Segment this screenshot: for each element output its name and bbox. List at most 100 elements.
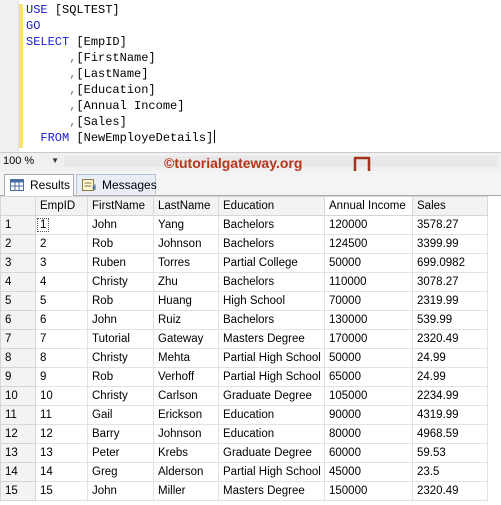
table-cell[interactable]: Ruiz: [153, 310, 219, 330]
row-number[interactable]: 3: [0, 253, 36, 273]
table-cell[interactable]: 15: [35, 481, 88, 501]
table-cell[interactable]: Krebs: [153, 443, 219, 463]
table-cell[interactable]: Barry: [87, 424, 154, 444]
table-cell[interactable]: Bachelors: [218, 234, 325, 254]
table-cell[interactable]: 23.5: [412, 462, 488, 482]
table-cell[interactable]: Bachelors: [218, 272, 325, 292]
row-number[interactable]: 10: [0, 386, 36, 406]
table-cell[interactable]: John: [87, 215, 154, 235]
row-number[interactable]: 4: [0, 272, 36, 292]
table-cell[interactable]: Bachelors: [218, 310, 325, 330]
row-number[interactable]: 9: [0, 367, 36, 387]
table-cell[interactable]: 130000: [324, 310, 413, 330]
table-cell[interactable]: 3078.27: [412, 272, 488, 292]
table-cell[interactable]: 2320.49: [412, 481, 488, 501]
table-cell[interactable]: 5: [35, 291, 88, 311]
table-cell[interactable]: Graduate Degree: [218, 443, 325, 463]
table-cell[interactable]: 80000: [324, 424, 413, 444]
table-cell[interactable]: 1: [35, 215, 88, 235]
table-cell[interactable]: Alderson: [153, 462, 219, 482]
table-cell[interactable]: 9: [35, 367, 88, 387]
table-cell[interactable]: 10: [35, 386, 88, 406]
table-cell[interactable]: 3: [35, 253, 88, 273]
row-number[interactable]: 12: [0, 424, 36, 444]
table-row[interactable]: 11 11 Gail Erickson Education 90000 4319.99: [0, 405, 488, 425]
table-cell[interactable]: 11: [35, 405, 88, 425]
column-header[interactable]: EmpID: [35, 196, 88, 216]
table-cell[interactable]: 12: [35, 424, 88, 444]
table-cell[interactable]: 50000: [324, 253, 413, 273]
table-row[interactable]: 2 2 Rob Johnson Bachelors 124500 3399.99: [0, 234, 488, 254]
sql-editor[interactable]: USE [SQLTEST] GO SELECT [EmpID] ,[FirstNam…: [0, 0, 501, 152]
zoom-select[interactable]: 100 % ▼: [3, 154, 59, 168]
table-row[interactable]: 6 6 John Ruiz Bachelors 130000 539.99: [0, 310, 488, 330]
table-cell[interactable]: 170000: [324, 329, 413, 349]
table-cell[interactable]: Rob: [87, 367, 154, 387]
table-cell[interactable]: Yang: [153, 215, 219, 235]
table-cell[interactable]: Education: [218, 424, 325, 444]
table-cell[interactable]: 70000: [324, 291, 413, 311]
column-header[interactable]: FirstName: [87, 196, 154, 216]
table-cell[interactable]: 699.0982: [412, 253, 488, 273]
tab-results[interactable]: Results: [4, 174, 74, 196]
table-cell[interactable]: Johnson: [153, 424, 219, 444]
table-cell[interactable]: 2234.99: [412, 386, 488, 406]
row-number[interactable]: 14: [0, 462, 36, 482]
table-cell[interactable]: John: [87, 310, 154, 330]
table-cell[interactable]: 2320.49: [412, 329, 488, 349]
table-cell[interactable]: Torres: [153, 253, 219, 273]
column-header[interactable]: Sales: [412, 196, 488, 216]
table-cell[interactable]: Masters Degree: [218, 481, 325, 501]
table-cell[interactable]: Partial High School: [218, 367, 325, 387]
results-grid[interactable]: EmpID FirstName LastName Education Annual In…: [0, 196, 501, 505]
table-cell[interactable]: Education: [218, 405, 325, 425]
table-cell[interactable]: 3578.27: [412, 215, 488, 235]
table-cell[interactable]: Verhoff: [153, 367, 219, 387]
table-cell[interactable]: 60000: [324, 443, 413, 463]
table-cell[interactable]: 4968.59: [412, 424, 488, 444]
table-cell[interactable]: 105000: [324, 386, 413, 406]
row-number[interactable]: 5: [0, 291, 36, 311]
table-cell[interactable]: Gateway: [153, 329, 219, 349]
table-cell[interactable]: Christy: [87, 386, 154, 406]
tab-messages[interactable]: Messages: [76, 174, 157, 194]
column-header[interactable]: Annual Income: [324, 196, 413, 216]
row-number[interactable]: 8: [0, 348, 36, 368]
table-cell[interactable]: Christy: [87, 272, 154, 292]
table-cell[interactable]: Greg: [87, 462, 154, 482]
table-cell[interactable]: Johnson: [153, 234, 219, 254]
table-cell[interactable]: Tutorial: [87, 329, 154, 349]
table-row[interactable]: 5 5 Rob Huang High School 70000 2319.99: [0, 291, 488, 311]
row-number[interactable]: 1: [0, 215, 36, 235]
table-cell[interactable]: 59.53: [412, 443, 488, 463]
table-cell[interactable]: Christy: [87, 348, 154, 368]
row-number[interactable]: 13: [0, 443, 36, 463]
table-row[interactable]: 15 15 John Miller Masters Degree 150000 2320.4…: [0, 481, 488, 501]
table-cell[interactable]: 4: [35, 272, 88, 292]
table-row[interactable]: 4 4 Christy Zhu Bachelors 110000 3078.27: [0, 272, 488, 292]
table-cell[interactable]: Partial High School: [218, 348, 325, 368]
table-cell[interactable]: 8: [35, 348, 88, 368]
table-cell[interactable]: Mehta: [153, 348, 219, 368]
table-cell[interactable]: 24.99: [412, 367, 488, 387]
table-cell[interactable]: 120000: [324, 215, 413, 235]
table-cell[interactable]: High School: [218, 291, 325, 311]
column-header[interactable]: LastName: [153, 196, 219, 216]
table-cell[interactable]: Bachelors: [218, 215, 325, 235]
table-row[interactable]: 10 10 Christy Carlson Graduate Degree 105000 2…: [0, 386, 488, 406]
table-row[interactable]: 14 14 Greg Alderson Partial High School 45000…: [0, 462, 488, 482]
table-cell[interactable]: John: [87, 481, 154, 501]
table-cell[interactable]: 7: [35, 329, 88, 349]
table-cell[interactable]: Masters Degree: [218, 329, 325, 349]
row-number[interactable]: 7: [0, 329, 36, 349]
table-row[interactable]: 9 9 Rob Verhoff Partial High School 65000 24.9…: [0, 367, 488, 387]
table-row[interactable]: 13 13 Peter Krebs Graduate Degree 60000 59.53: [0, 443, 488, 463]
table-cell[interactable]: Erickson: [153, 405, 219, 425]
table-row[interactable]: 7 7 Tutorial Gateway Masters Degree 170000 232…: [0, 329, 488, 349]
table-cell[interactable]: Peter: [87, 443, 154, 463]
table-cell[interactable]: Graduate Degree: [218, 386, 325, 406]
table-cell[interactable]: Carlson: [153, 386, 219, 406]
row-number[interactable]: 6: [0, 310, 36, 330]
row-number[interactable]: 2: [0, 234, 36, 254]
table-cell[interactable]: 3399.99: [412, 234, 488, 254]
